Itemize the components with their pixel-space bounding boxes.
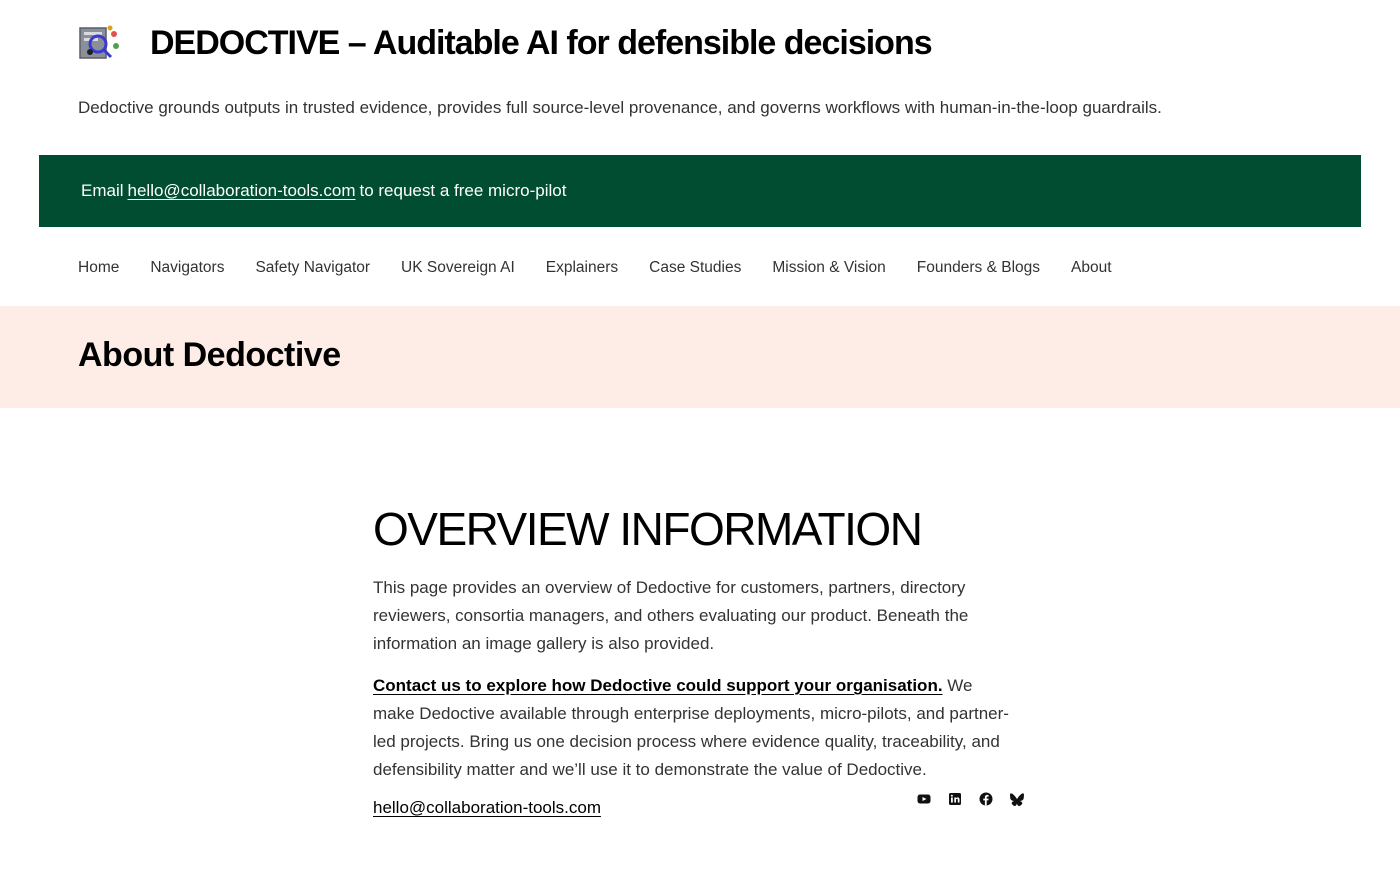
overview-paragraph: This page provides an overview of Dedoct… [373,578,969,653]
banner-prefix: Email [81,181,124,200]
nav-item-explainers[interactable]: Explainers [546,259,618,277]
page-hero: About Dedoctive [0,306,1400,408]
overview-content: OVERVIEW INFORMATION This page provides … [373,500,1033,828]
nav-item-safety-navigator[interactable]: Safety Navigator [255,259,370,277]
main-nav: Home Navigators Safety Navigator UK Sove… [78,259,1143,277]
nav-item-case-studies[interactable]: Case Studies [649,259,741,277]
bluesky-icon[interactable] [1010,792,1024,807]
social-links [917,792,1024,807]
site-header: DEDOCTIVE – Auditable AI for defensible … [78,22,933,64]
micro-pilot-banner: Email hello@collaboration-tools.com to r… [39,155,1361,227]
youtube-icon[interactable] [917,792,931,806]
contact-us-link[interactable]: Contact us to explore how Dedoctive coul… [373,676,943,695]
dedoctive-logo-icon[interactable] [78,22,120,64]
nav-item-home[interactable]: Home [78,259,119,277]
facebook-icon[interactable] [979,792,993,806]
nav-item-founders-blogs[interactable]: Founders & Blogs [917,259,1040,277]
nav-item-uk-sovereign-ai[interactable]: UK Sovereign AI [401,259,515,277]
contact-paragraph: Contact us to explore how Dedoctive coul… [373,672,1013,784]
linkedin-icon[interactable] [948,792,962,806]
nav-item-about[interactable]: About [1071,259,1112,277]
contact-footer-row: hello@collaboration-tools.com [373,792,1033,828]
banner-email-link[interactable]: hello@collaboration-tools.com [128,181,356,201]
nav-item-mission-vision[interactable]: Mission & Vision [772,259,885,277]
site-title[interactable]: DEDOCTIVE – Auditable AI for defensible … [150,24,933,63]
page-title: About Dedoctive [78,336,341,374]
overview-heading: OVERVIEW INFORMATION [373,503,923,555]
banner-suffix: to request a free micro-pilot [359,181,567,200]
nav-item-navigators[interactable]: Navigators [150,259,224,277]
contact-email-link[interactable]: hello@collaboration-tools.com [373,798,601,818]
site-tagline: Dedoctive grounds outputs in trusted evi… [78,98,1162,117]
